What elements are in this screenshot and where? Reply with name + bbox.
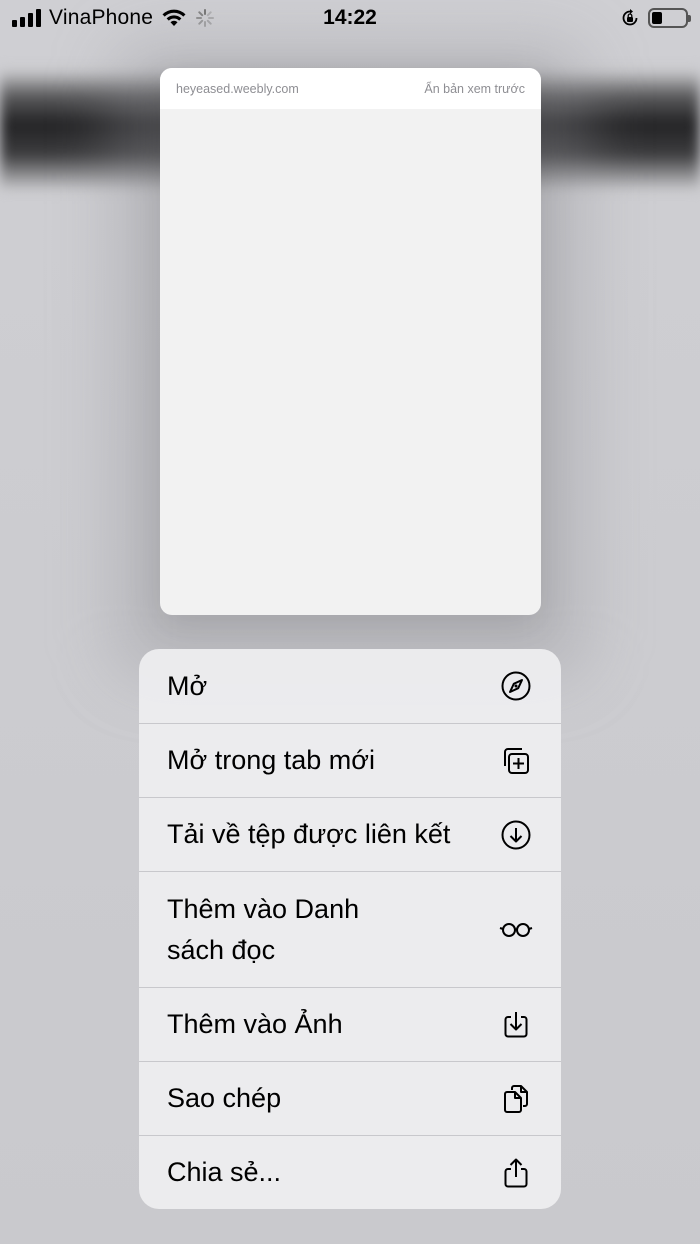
preview-domain: heyeased.weebly.com — [176, 81, 299, 96]
compass-icon — [499, 669, 533, 703]
carrier-name: VinaPhone — [49, 6, 154, 29]
menu-item-add-reading-list[interactable]: Thêm vào Danh sách đọc — [139, 871, 561, 987]
download-icon — [499, 818, 533, 852]
menu-item-label: Chia sẻ... — [167, 1157, 282, 1187]
copy-icon — [499, 1082, 533, 1116]
menu-item-label: Sao chép — [167, 1083, 282, 1113]
menu-item-add-to-photos[interactable]: Thêm vào Ảnh — [139, 987, 561, 1061]
orientation-lock-icon — [622, 9, 638, 26]
status-bar: VinaPhone 14:22 — [0, 0, 700, 36]
menu-item-label: Mở — [167, 670, 208, 701]
menu-item-open[interactable]: Mở — [139, 649, 561, 723]
share-icon — [499, 1156, 533, 1190]
cellular-signal-icon — [12, 9, 41, 27]
menu-item-download-linked-file[interactable]: Tải về tệp được liên kết — [139, 797, 561, 871]
new-tab-icon — [499, 744, 533, 778]
status-time: 14:22 — [323, 6, 377, 29]
menu-item-open-new-tab[interactable]: Mở trong tab mới — [139, 723, 561, 797]
menu-item-label: Thêm vào Danh sách đọc — [167, 893, 360, 965]
glasses-icon — [499, 913, 533, 947]
menu-item-share[interactable]: Chia sẻ... — [139, 1135, 561, 1209]
menu-item-label: Mở trong tab mới — [167, 745, 375, 775]
menu-item-copy[interactable]: Sao chép — [139, 1061, 561, 1135]
status-right — [620, 8, 691, 28]
save-to-photos-icon — [499, 1008, 533, 1042]
hide-preview-button[interactable]: Ẩn bản xem trước — [424, 82, 525, 96]
menu-item-label: Tải về tệp được liên kết — [167, 819, 451, 849]
battery-icon — [648, 8, 691, 28]
wifi-icon — [162, 9, 186, 26]
menu-item-label: Thêm vào Ảnh — [167, 1009, 343, 1039]
battery-level — [652, 12, 662, 24]
preview-header: heyeased.weebly.com Ẩn bản xem trước — [160, 68, 541, 109]
context-menu: Mở Mở trong tab mới Tải về tệp được liên… — [139, 649, 561, 1209]
link-preview-card[interactable]: heyeased.weebly.com Ẩn bản xem trước — [160, 68, 541, 615]
loading-spinner-icon — [196, 9, 215, 27]
status-left: VinaPhone — [12, 6, 620, 30]
